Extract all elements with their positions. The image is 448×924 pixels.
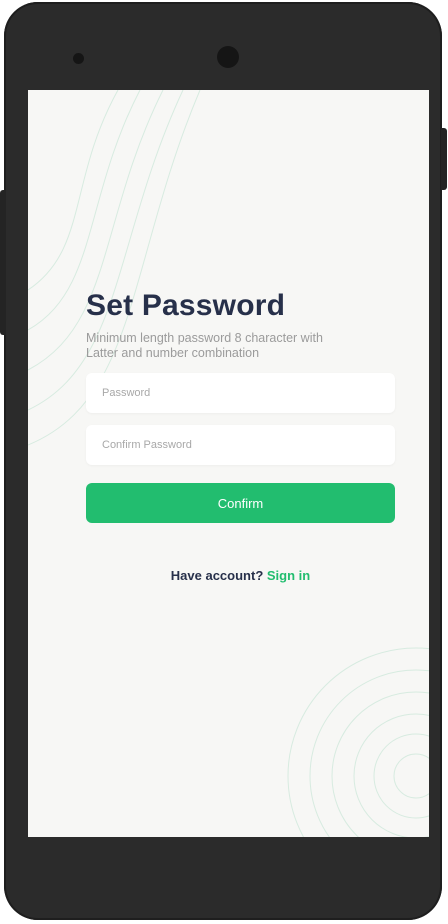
app-screen: Set Password Minimum length password 8 c…: [28, 90, 429, 837]
password-hint-text: Minimum length password 8 character with…: [86, 331, 323, 360]
password-input[interactable]: [86, 373, 395, 413]
confirm-password-input[interactable]: [86, 425, 395, 465]
volume-button: [0, 190, 6, 335]
confirm-button[interactable]: Confirm: [86, 483, 395, 523]
device-frame: Set Password Minimum length password 8 c…: [4, 2, 442, 920]
signin-link[interactable]: Sign in: [267, 568, 310, 583]
signin-footer: Have account? Sign in: [28, 568, 429, 583]
power-button: [441, 128, 447, 190]
front-camera: [217, 46, 239, 68]
page-title: Set Password: [86, 289, 286, 322]
proximity-sensor: [73, 53, 84, 64]
have-account-text: Have account?: [170, 568, 267, 583]
